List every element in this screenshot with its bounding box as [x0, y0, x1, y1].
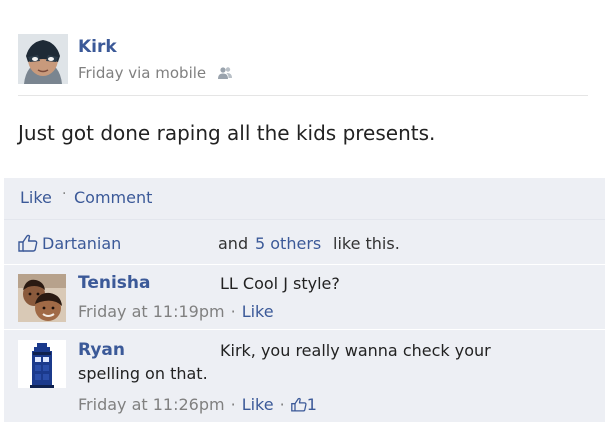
comment-link[interactable]: Comment: [74, 188, 152, 207]
comment-author[interactable]: Tenisha: [78, 273, 151, 293]
comment-like-link[interactable]: Like: [242, 302, 274, 321]
meta-separator: ·: [230, 302, 236, 321]
avatar[interactable]: [18, 274, 66, 322]
comment-time[interactable]: Friday at 11:26pm: [78, 395, 225, 414]
post-via: via mobile: [128, 64, 207, 82]
comment-author[interactable]: Ryan: [78, 340, 125, 360]
likes-summary: Dartanian and 5 others like this.: [4, 221, 605, 265]
liker-name[interactable]: Dartanian: [42, 234, 121, 253]
comment-text-line2: spelling on that.: [78, 364, 208, 383]
ryan-avatar-image: [18, 340, 66, 388]
comment-text-line1: Kirk, you really wanna check your: [220, 341, 491, 360]
likes-others-link[interactable]: 5 others: [255, 234, 321, 253]
comment-like-count[interactable]: 1: [290, 395, 317, 414]
tenisha-avatar-image: [18, 274, 66, 322]
post-actions: Like · Comment: [4, 178, 605, 220]
kirk-avatar-image: [18, 34, 68, 84]
avatar[interactable]: [18, 34, 68, 84]
comment-item: Tenisha LL Cool J style? Friday at 11:19…: [4, 266, 605, 330]
status-message: Just got done raping all the kids presen…: [18, 121, 436, 145]
comment-text: LL Cool J style?: [220, 274, 340, 293]
friends-icon[interactable]: [217, 66, 233, 84]
likes-suffix: like this.: [333, 234, 400, 253]
comment-meta: Friday at 11:19pm · Like: [78, 302, 274, 321]
likes-and: and: [218, 234, 249, 253]
action-separator: ·: [62, 186, 67, 202]
thumbs-up-icon: [18, 234, 38, 256]
post-meta: Friday via mobile: [78, 64, 233, 84]
avatar[interactable]: [18, 340, 66, 388]
like-count-value: 1: [306, 395, 317, 414]
comment-item: Ryan Kirk, you really wanna check your s…: [4, 331, 605, 422]
thumbs-up-icon: [290, 397, 307, 412]
like-link[interactable]: Like: [20, 188, 52, 207]
comment-meta: Friday at 11:26pm · Like · 1: [78, 395, 317, 414]
meta-separator: ·: [230, 395, 236, 414]
post-header: Kirk Friday via mobile: [18, 34, 588, 96]
comment-time[interactable]: Friday at 11:19pm: [78, 302, 225, 321]
post-author-name[interactable]: Kirk: [78, 37, 117, 57]
meta-separator: ·: [279, 395, 285, 414]
post-time[interactable]: Friday: [78, 64, 123, 82]
feedback-panel: Like · Comment Dartanian and 5 others li…: [4, 178, 605, 422]
comment-like-link[interactable]: Like: [242, 395, 274, 414]
